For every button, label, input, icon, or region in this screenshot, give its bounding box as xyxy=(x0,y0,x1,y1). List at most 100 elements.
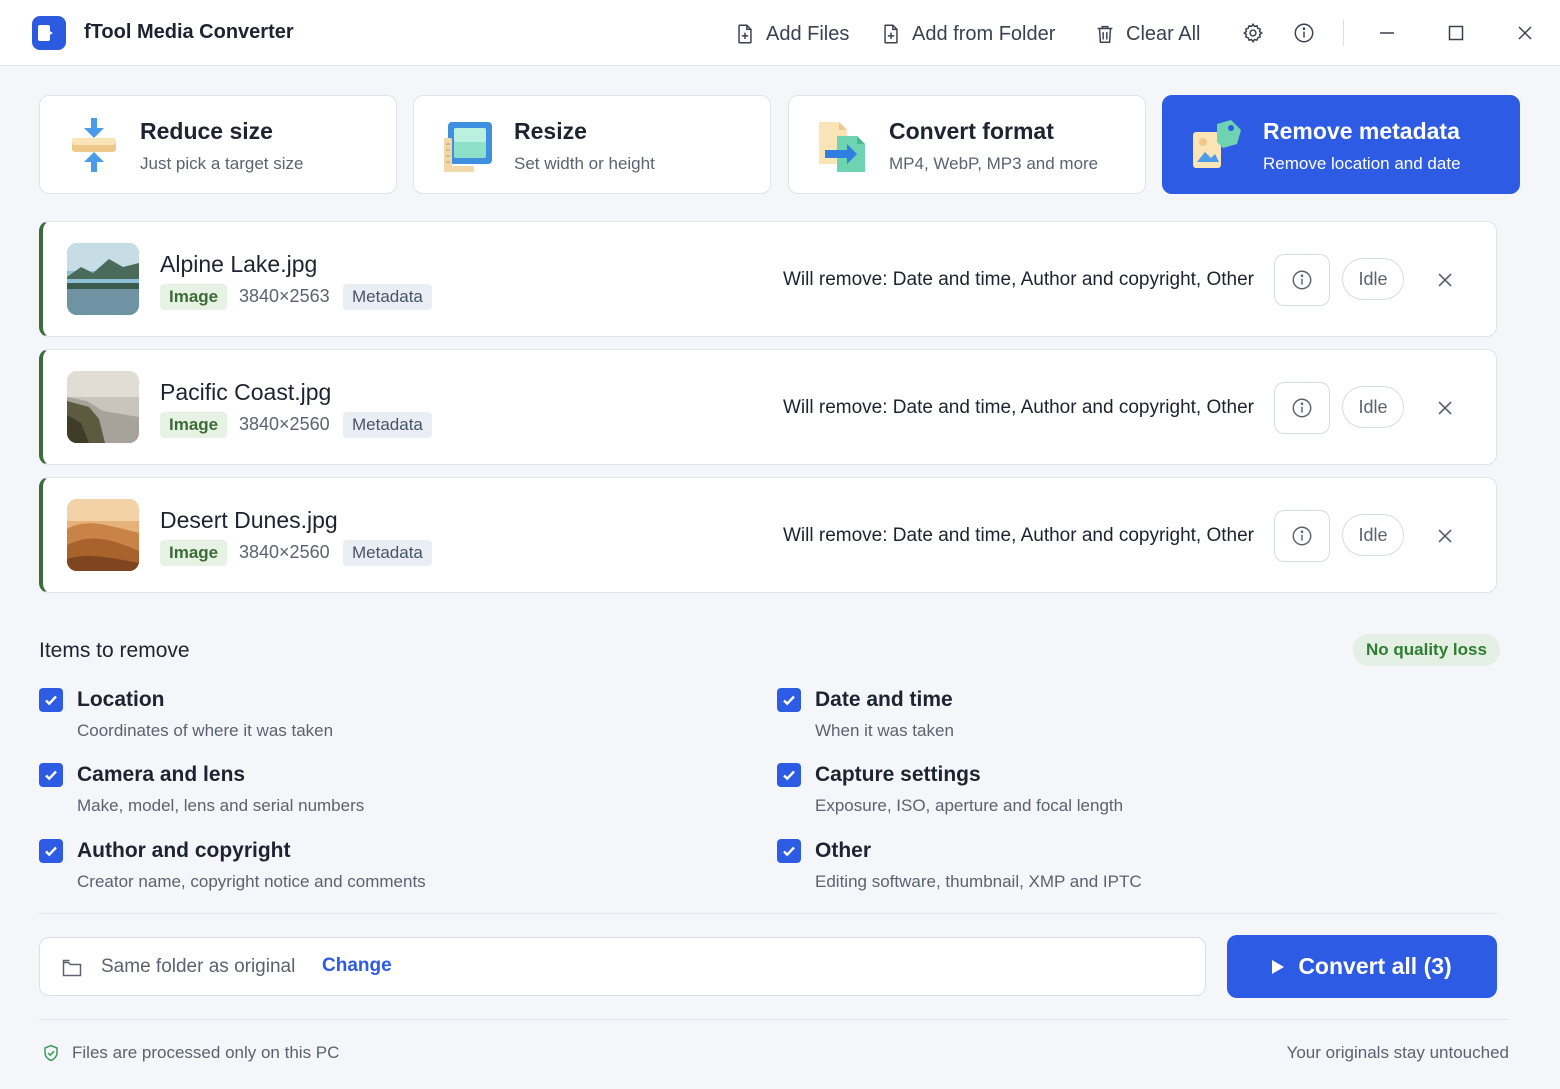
title-bar: fTool Media Converter Add Files Add from… xyxy=(0,0,1560,66)
add-from-folder-label: Add from Folder xyxy=(912,22,1056,45)
divider xyxy=(39,913,1497,914)
option-description: Coordinates of where it was taken xyxy=(77,721,334,740)
file-info-button[interactable] xyxy=(1274,254,1330,306)
file-info-button[interactable] xyxy=(1274,382,1330,434)
option-capture-settings[interactable]: Capture settings Exposure, ISO, aperture… xyxy=(777,763,1457,823)
mode-remove-metadata[interactable]: Remove metadata Remove location and date xyxy=(1162,95,1520,194)
option-camera-and-lens[interactable]: Camera and lens Make, model, lens and se… xyxy=(39,763,719,823)
mode-reduce-size[interactable]: Reduce size Just pick a target size xyxy=(39,95,397,194)
mode-subtitle: Just pick a target size xyxy=(140,154,304,173)
checkbox[interactable] xyxy=(39,839,63,863)
file-row[interactable]: Alpine Lake.jpg Image 3840×2563 Metadata… xyxy=(39,221,1497,337)
file-name: Pacific Coast.jpg xyxy=(160,379,332,405)
option-other[interactable]: Other Editing software, thumbnail, XMP a… xyxy=(777,839,1457,899)
will-remove-text: Will remove: Date and time, Author and c… xyxy=(783,525,1254,546)
option-label: Other xyxy=(815,839,872,862)
output-folder-text: Same folder as original xyxy=(101,956,296,977)
file-info-button[interactable] xyxy=(1274,510,1330,562)
mode-resize[interactable]: Resize Set width or height xyxy=(413,95,771,194)
file-type-badge: Image xyxy=(160,284,228,310)
metadata-badge: Metadata xyxy=(343,412,432,438)
metadata-badge: Metadata xyxy=(343,540,432,566)
checkbox[interactable] xyxy=(39,688,63,712)
file-dimensions: 3840×2560 xyxy=(239,414,330,434)
checkbox[interactable] xyxy=(777,839,801,863)
checkmark-icon xyxy=(45,846,57,857)
clear-all-button[interactable]: Clear All xyxy=(1094,18,1200,50)
divider xyxy=(39,1019,1509,1020)
quality-badge: No quality loss xyxy=(1353,634,1500,666)
file-type-badge: Image xyxy=(160,540,228,566)
add-file-icon xyxy=(738,24,752,44)
add-files-button[interactable]: Add Files xyxy=(734,18,849,50)
option-label: Camera and lens xyxy=(77,763,246,786)
checkmark-icon xyxy=(45,695,57,706)
status-badge: Idle xyxy=(1342,258,1404,300)
footer-right-text: Your originals stay untouched xyxy=(1286,1043,1509,1062)
desert-dunes-thumbnail xyxy=(67,499,139,571)
remove-file-button[interactable] xyxy=(1431,394,1459,422)
gear-icon xyxy=(1243,23,1263,43)
status-badge: Idle xyxy=(1342,386,1404,428)
close-icon xyxy=(1438,401,1452,415)
mode-convert-format[interactable]: Convert format MP4, WebP, MP3 and more xyxy=(788,95,1146,194)
change-folder-link[interactable]: Change xyxy=(322,955,392,977)
option-description: Make, model, lens and serial numbers xyxy=(77,796,365,815)
option-location[interactable]: Location Coordinates of where it was tak… xyxy=(39,688,719,748)
option-description: Exposure, ISO, aperture and focal length xyxy=(815,796,1124,815)
checkmark-icon xyxy=(783,695,795,706)
info-icon xyxy=(1294,23,1314,43)
resize-icon xyxy=(444,122,492,172)
settings-button[interactable] xyxy=(1240,20,1266,46)
about-button[interactable] xyxy=(1291,20,1317,46)
footer-privacy: Files are processed only on this PC xyxy=(42,1043,339,1063)
info-icon xyxy=(1292,270,1312,290)
checkbox[interactable] xyxy=(777,688,801,712)
play-icon xyxy=(1272,959,1285,974)
app-logo-icon xyxy=(32,16,66,50)
checkmark-icon xyxy=(783,846,795,857)
close-window-button[interactable] xyxy=(1512,20,1538,46)
compress-icon xyxy=(72,118,116,172)
convert-all-button[interactable]: Convert all (3) xyxy=(1227,935,1497,998)
minimize-icon xyxy=(1380,32,1394,34)
maximize-button[interactable] xyxy=(1443,20,1469,46)
toolbar-separator xyxy=(1343,20,1344,46)
file-type-badge: Image xyxy=(160,412,228,438)
remove-file-button[interactable] xyxy=(1431,522,1459,550)
mode-title: Resize xyxy=(514,118,587,144)
option-description: Editing software, thumbnail, XMP and IPT… xyxy=(815,872,1142,891)
clear-all-label: Clear All xyxy=(1126,22,1201,45)
minimize-button[interactable] xyxy=(1374,20,1400,46)
mode-subtitle: Remove location and date xyxy=(1263,154,1461,173)
add-folder-file-icon xyxy=(884,24,898,44)
info-icon xyxy=(1292,398,1312,418)
metadata-tag-icon xyxy=(1193,120,1241,168)
mode-title: Convert format xyxy=(889,118,1054,144)
alpine-lake-thumbnail xyxy=(67,243,139,315)
file-name: Desert Dunes.jpg xyxy=(160,507,338,533)
add-from-folder-button[interactable]: Add from Folder xyxy=(880,18,1055,50)
close-icon xyxy=(1438,529,1452,543)
will-remove-text: Will remove: Date and time, Author and c… xyxy=(783,269,1254,290)
mode-subtitle: Set width or height xyxy=(514,154,655,173)
file-row[interactable]: Pacific Coast.jpg Image 3840×2560 Metada… xyxy=(39,349,1497,465)
option-label: Location xyxy=(77,688,165,711)
app-title: fTool Media Converter xyxy=(84,21,294,43)
option-description: Creator name, copyright notice and comme… xyxy=(77,872,426,891)
convert-all-label: Convert all (3) xyxy=(1298,953,1452,979)
option-label: Author and copyright xyxy=(77,839,291,862)
file-row[interactable]: Desert Dunes.jpg Image 3840×2560 Metadat… xyxy=(39,477,1497,593)
mode-title: Remove metadata xyxy=(1263,118,1460,144)
checkbox[interactable] xyxy=(39,763,63,787)
pacific-coast-thumbnail xyxy=(67,371,139,443)
option-date-and-time[interactable]: Date and time When it was taken xyxy=(777,688,1457,748)
metadata-badge: Metadata xyxy=(343,284,432,310)
checkbox[interactable] xyxy=(777,763,801,787)
mode-title: Reduce size xyxy=(140,118,273,144)
remove-file-button[interactable] xyxy=(1431,266,1459,294)
maximize-icon xyxy=(1448,25,1464,41)
option-author-and-copyright[interactable]: Author and copyright Creator name, copyr… xyxy=(39,839,719,899)
option-label: Date and time xyxy=(815,688,953,711)
add-files-label: Add Files xyxy=(766,22,850,45)
